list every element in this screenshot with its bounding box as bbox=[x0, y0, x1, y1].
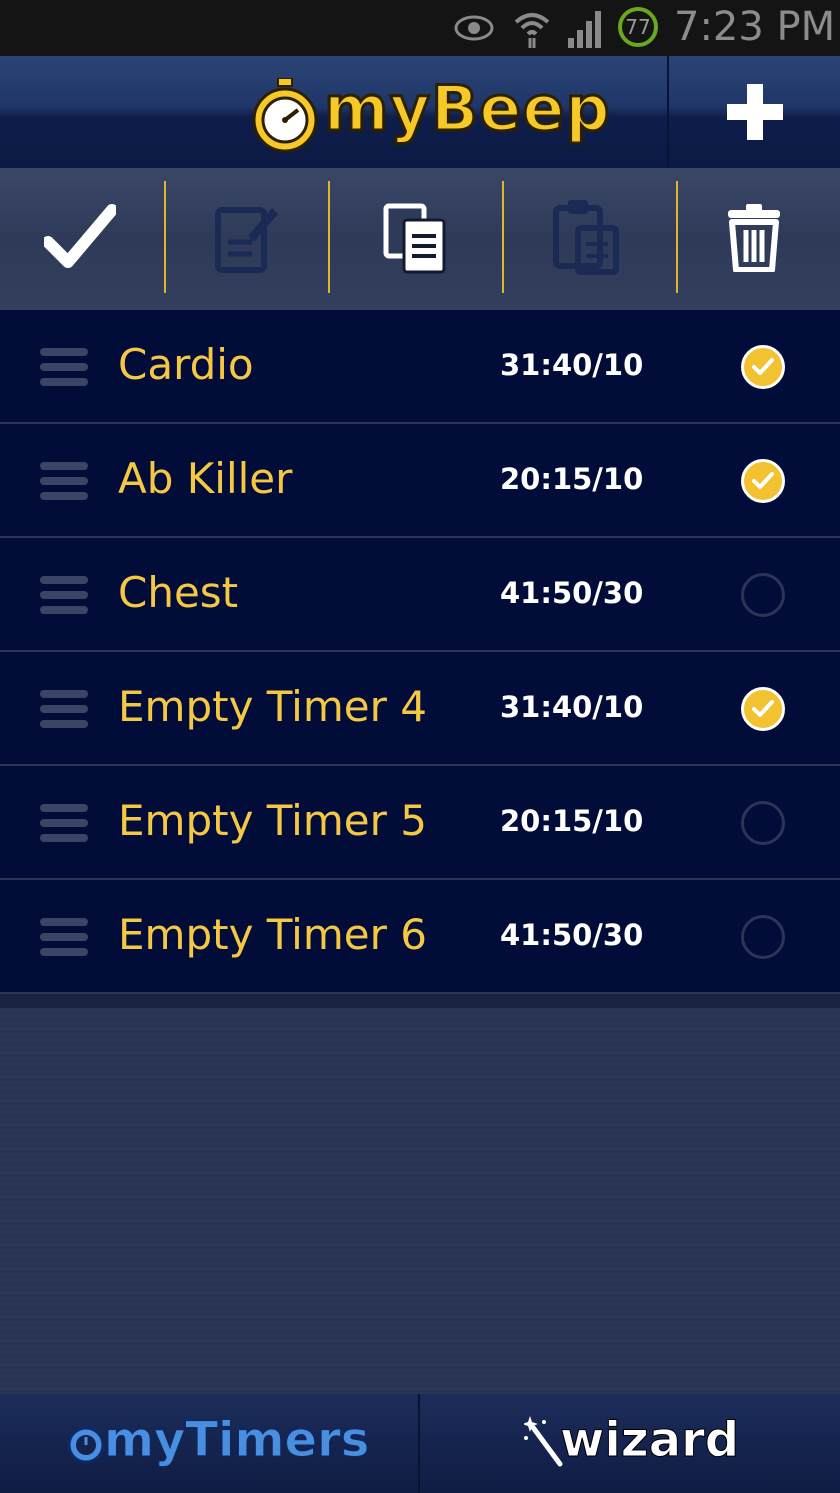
timer-duration: 20:15/10 bbox=[500, 462, 644, 496]
battery-indicator: 77 bbox=[618, 7, 658, 47]
magic-wand-icon bbox=[524, 1416, 563, 1467]
stopwatch-icon bbox=[67, 1426, 105, 1464]
timer-name: Empty Timer 5 bbox=[118, 796, 427, 845]
app-header: myBeep bbox=[0, 56, 840, 168]
checkmark-icon bbox=[752, 358, 774, 375]
signal-icon bbox=[566, 8, 606, 54]
timer-name: Chest bbox=[118, 568, 239, 617]
drag-handle-icon[interactable] bbox=[40, 576, 88, 616]
drag-handle-icon[interactable] bbox=[40, 804, 88, 844]
timer-duration: 41:50/30 bbox=[500, 576, 644, 610]
clock: 7:23 PM bbox=[674, 4, 836, 50]
delete-button[interactable] bbox=[678, 168, 840, 310]
checkmark-icon bbox=[752, 700, 774, 717]
app-logo: myBeep bbox=[250, 68, 611, 158]
list-item[interactable]: Empty Timer 4 31:40/10 bbox=[0, 652, 840, 766]
timer-checkbox[interactable] bbox=[741, 801, 785, 845]
list-empty-area bbox=[0, 1008, 840, 1394]
drag-handle-icon[interactable] bbox=[40, 918, 88, 958]
timer-checkbox[interactable] bbox=[741, 915, 785, 959]
list-item[interactable]: Empty Timer 6 41:50/30 bbox=[0, 880, 840, 994]
tab-wizard[interactable]: wizard bbox=[420, 1394, 840, 1493]
list-item[interactable]: Chest 41:50/30 bbox=[0, 538, 840, 652]
checkmark-icon bbox=[752, 472, 774, 489]
edit-icon bbox=[215, 207, 278, 273]
timer-checkbox[interactable] bbox=[741, 459, 785, 503]
app-title: myBeep bbox=[323, 71, 612, 147]
tab-mytimers-label: myTimers bbox=[103, 1412, 370, 1469]
edit-button[interactable] bbox=[166, 168, 328, 310]
timer-checkbox[interactable] bbox=[741, 573, 785, 617]
drag-handle-icon[interactable] bbox=[40, 348, 88, 388]
timer-checkbox[interactable] bbox=[741, 345, 785, 389]
timer-name: Empty Timer 6 bbox=[118, 910, 427, 959]
drag-handle-icon[interactable] bbox=[40, 462, 88, 502]
timer-duration: 31:40/10 bbox=[500, 348, 644, 382]
eye-icon bbox=[454, 14, 494, 46]
action-toolbar bbox=[0, 168, 840, 310]
timer-list: Cardio 31:40/10 Ab Killer 20:15/10 Chest… bbox=[0, 310, 840, 994]
stopwatch-icon bbox=[252, 78, 318, 153]
bottom-tab-bar: myTimers wizard bbox=[0, 1394, 840, 1493]
timer-duration: 41:50/30 bbox=[500, 918, 644, 952]
list-item[interactable]: Ab Killer 20:15/10 bbox=[0, 424, 840, 538]
status-bar: 77 7:23 PM bbox=[0, 0, 840, 56]
timer-name: Cardio bbox=[118, 340, 254, 389]
trash-icon bbox=[728, 204, 780, 272]
list-item[interactable]: Cardio 31:40/10 bbox=[0, 310, 840, 424]
timer-duration: 31:40/10 bbox=[500, 690, 644, 724]
timer-name: Ab Killer bbox=[118, 454, 293, 503]
timer-name: Empty Timer 4 bbox=[118, 682, 427, 731]
paste-button[interactable] bbox=[504, 168, 676, 310]
check-icon bbox=[44, 204, 116, 268]
copy-button[interactable] bbox=[330, 168, 502, 310]
tab-wizard-label: wizard bbox=[559, 1412, 740, 1469]
plus-icon bbox=[727, 84, 783, 140]
copy-icon bbox=[383, 203, 446, 274]
timer-checkbox[interactable] bbox=[741, 687, 785, 731]
tab-mytimers[interactable]: myTimers bbox=[0, 1394, 418, 1493]
paste-icon bbox=[553, 200, 619, 275]
add-timer-button[interactable] bbox=[669, 56, 840, 168]
wifi-icon bbox=[512, 8, 552, 52]
timer-duration: 20:15/10 bbox=[500, 804, 644, 838]
list-item[interactable]: Empty Timer 5 20:15/10 bbox=[0, 766, 840, 880]
drag-handle-icon[interactable] bbox=[40, 690, 88, 730]
select-all-button[interactable] bbox=[0, 168, 164, 310]
